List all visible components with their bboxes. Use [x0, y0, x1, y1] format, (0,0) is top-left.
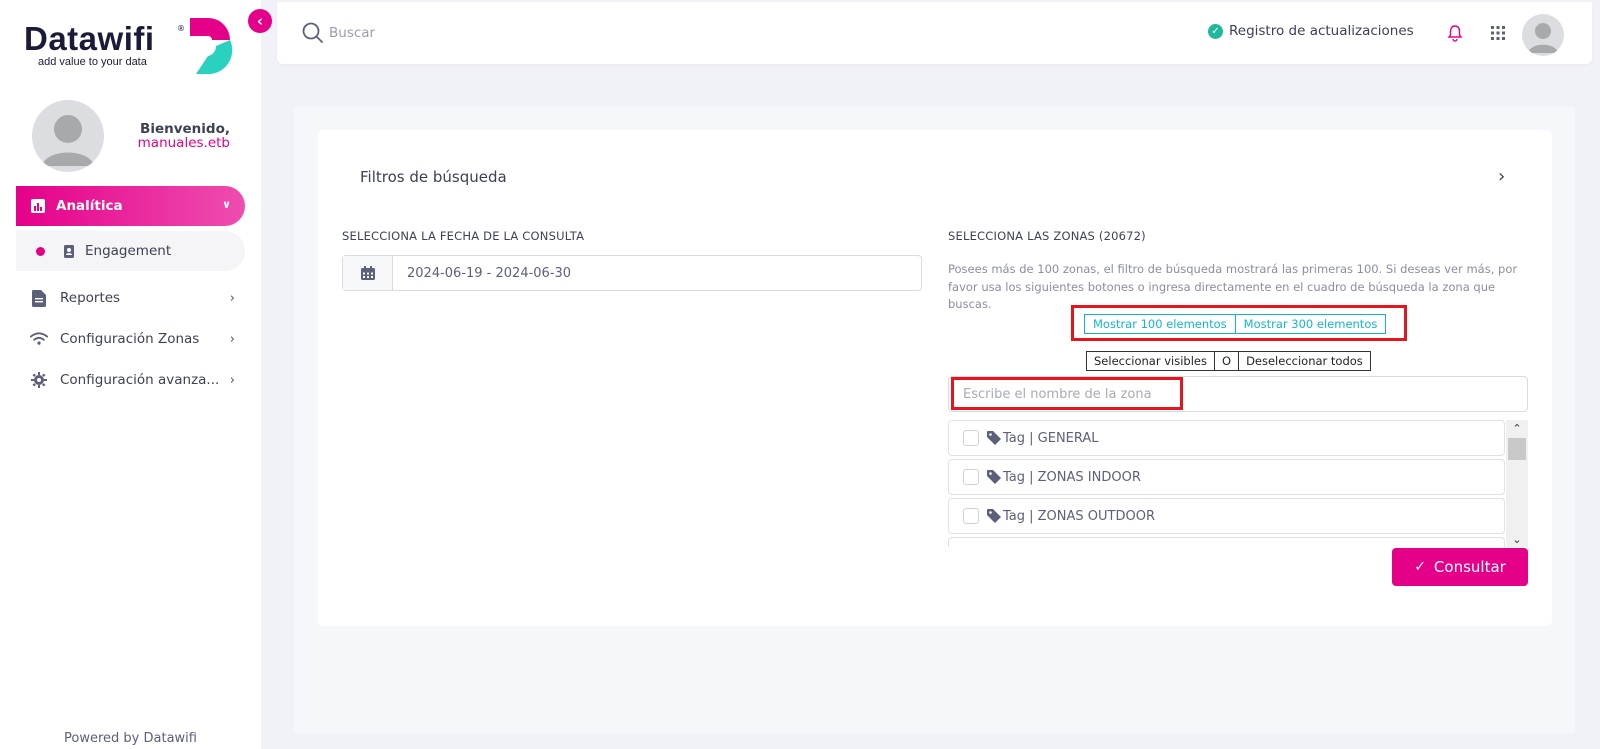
zone-list-item[interactable]: Tag | GENERAL	[948, 420, 1505, 456]
date-range-input[interactable]	[393, 256, 921, 290]
zone-list-item[interactable]: Tag | ZONAS INDOOR	[948, 459, 1505, 495]
welcome-block: Bienvenido, manuales.etb	[120, 122, 230, 150]
subnav-engagement-label: Engagement	[85, 243, 172, 259]
consultar-label: Consultar	[1433, 558, 1506, 576]
contact-book-icon	[64, 244, 74, 258]
apps-grid-icon[interactable]	[1491, 26, 1505, 40]
chevron-right-icon: ›	[229, 331, 235, 347]
zone-label: Tag | ZONAS INDOOR	[1003, 469, 1141, 485]
zones-note: Posees más de 100 zonas, el filtro de bú…	[948, 262, 1518, 311]
show-100-button[interactable]: Mostrar 100 elementos	[1084, 314, 1236, 334]
sidebar: Datawifi ® add value to your data Bienve…	[0, 0, 261, 749]
nav-configuracion-zonas[interactable]: Configuración Zonas ›	[30, 325, 235, 353]
search-input[interactable]	[329, 20, 629, 46]
powered-by-footer: Powered by Datawifi	[64, 731, 197, 746]
nav-configuracion-avanzada[interactable]: Configuración avanza... ›	[30, 366, 235, 394]
datawifi-logo: Datawifi ® add value to your data	[24, 18, 239, 78]
search-icon	[302, 22, 323, 43]
filters-title: Filtros de búsqueda	[360, 168, 507, 186]
bell-icon[interactable]	[1447, 24, 1463, 42]
date-label: SELECCIONA LA FECHA DE LA CONSULTA	[342, 229, 585, 243]
zone-list-scrollbar[interactable]: ⌃ ⌄	[1506, 420, 1528, 547]
chevron-right-icon: ›	[229, 372, 235, 388]
chevron-down-icon: ∨	[222, 198, 231, 211]
updates-log-label: Registro de actualizaciones	[1229, 23, 1414, 39]
show-elements-button-group: Mostrar 100 elementos Mostrar 300 elemen…	[1084, 314, 1387, 334]
zone-search-input[interactable]	[948, 376, 1528, 412]
subnav-engagement[interactable]: Engagement	[16, 231, 245, 271]
document-icon	[30, 289, 48, 307]
profile-avatar	[32, 100, 104, 172]
logo-tagline: add value to your data	[38, 56, 147, 68]
select-visible-button[interactable]: Seleccionar visibles	[1086, 351, 1215, 371]
chevron-left-icon: ‹	[256, 12, 264, 30]
collapse-sidebar-button[interactable]: ‹	[248, 9, 272, 33]
active-dot	[36, 246, 45, 256]
consultar-button[interactable]: ✓ Consultar	[1392, 548, 1528, 586]
or-separator: O	[1215, 351, 1240, 371]
zone-list: Tag | GENERAL Tag | ZONAS INDOOR Tag | Z…	[948, 420, 1518, 547]
check-circle-icon: ✓	[1208, 23, 1223, 39]
nav-configuracion-zonas-label: Configuración Zonas	[60, 331, 200, 347]
bar-chart-icon	[31, 199, 45, 213]
zone-checkbox[interactable]	[963, 469, 979, 485]
chevron-right-icon[interactable]: ›	[1498, 166, 1505, 187]
zone-label: Tag | GENERAL	[1003, 430, 1099, 446]
updates-log-link[interactable]: ✓ Registro de actualizaciones	[1208, 23, 1414, 39]
calendar-icon[interactable]	[343, 256, 393, 290]
zone-list-item[interactable]: Tag | ZONAS OUTDOOR	[948, 498, 1505, 534]
check-icon: ✓	[1414, 559, 1426, 575]
nav-reportes-label: Reportes	[60, 290, 121, 306]
scroll-up-icon[interactable]: ⌃	[1506, 420, 1528, 436]
scroll-down-icon[interactable]: ⌄	[1506, 531, 1528, 547]
zone-list-item-partial[interactable]	[948, 537, 1505, 547]
nav-reportes[interactable]: Reportes ›	[30, 284, 235, 312]
show-300-button[interactable]: Mostrar 300 elementos	[1235, 314, 1387, 334]
nav-analitica-label: Analítica	[56, 198, 123, 214]
topbar: ✓ Registro de actualizaciones	[277, 2, 1592, 64]
logo-wordmark: Datawifi	[24, 20, 155, 57]
zones-label: SELECCIONA LAS ZONAS (20672)	[948, 229, 1146, 243]
chevron-right-icon: ›	[229, 290, 235, 306]
tag-icon	[987, 431, 1001, 445]
user-avatar[interactable]	[1522, 14, 1564, 56]
selection-button-group: Seleccionar visibles O Deseleccionar tod…	[1086, 351, 1371, 371]
tag-icon	[987, 509, 1001, 523]
wifi-icon	[30, 330, 48, 348]
user-silhouette-icon	[42, 115, 94, 166]
zone-checkbox[interactable]	[963, 508, 979, 524]
welcome-text: Bienvenido,	[140, 121, 230, 137]
nav-configuracion-avanzada-label: Configuración avanza...	[60, 372, 220, 388]
username: manuales.etb	[137, 135, 230, 151]
user-silhouette-icon	[1528, 23, 1558, 53]
tag-icon	[987, 470, 1001, 484]
scrollbar-thumb[interactable]	[1508, 438, 1526, 460]
logo-mark-icon	[190, 18, 233, 75]
gear-icon	[30, 371, 48, 389]
zone-label: Tag | ZONAS OUTDOOR	[1003, 508, 1155, 524]
nav-analitica[interactable]: Analítica ∨	[16, 186, 245, 226]
date-range-picker[interactable]	[342, 255, 922, 291]
search-filters-card: Filtros de búsqueda › SELECCIONA LA FECH…	[318, 130, 1552, 626]
deselect-all-button[interactable]: Deseleccionar todos	[1239, 351, 1371, 371]
zone-checkbox[interactable]	[963, 430, 979, 446]
